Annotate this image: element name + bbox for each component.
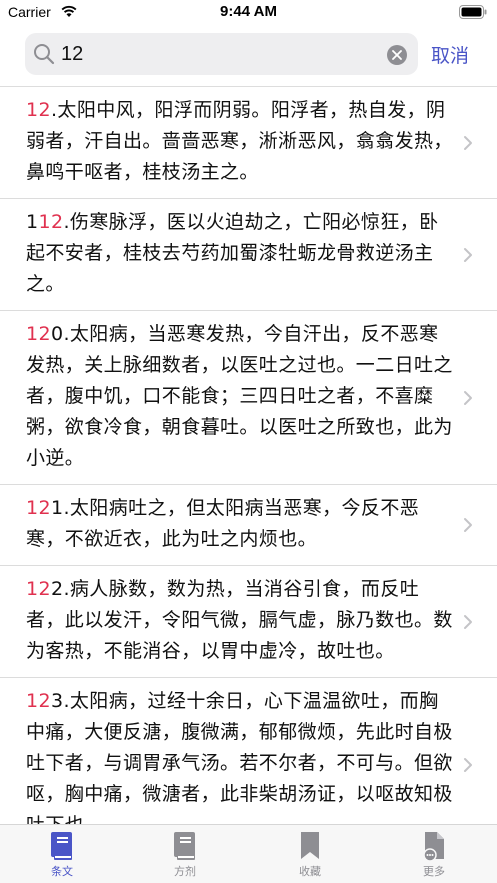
- search-box[interactable]: [25, 33, 418, 75]
- chevron-right-icon: [464, 614, 472, 629]
- list-item-text: 112.伤寒脉浮，医以火迫劫之，亡阳必惊狂，卧起不安者，桂枝去芍药加蜀漆牡蛎龙骨…: [26, 211, 439, 295]
- list-item[interactable]: 112.伤寒脉浮，医以火迫劫之，亡阳必惊狂，卧起不安者，桂枝去芍药加蜀漆牡蛎龙骨…: [0, 199, 497, 311]
- document-more-icon: [423, 832, 444, 861]
- status-bar: Carrier 9:44 AM: [0, 0, 497, 26]
- book-icon: [51, 832, 72, 860]
- search-match: 12: [26, 99, 51, 121]
- list-item[interactable]: 123.太阳病，过经十余日，心下温温欲吐，而胸中痛，大便反溏，腹微满，郁郁微烦，…: [0, 678, 497, 824]
- search-input[interactable]: [61, 38, 381, 70]
- tab-label: 条文: [51, 865, 73, 878]
- list-item-text: 12.太阳中风，阳浮而阴弱。阳浮者，热自发，阴弱者，汗自出。啬啬恶寒，淅淅恶风，…: [26, 99, 453, 183]
- tab-fangji[interactable]: 方剂: [155, 831, 215, 879]
- search-match: 12: [26, 497, 51, 519]
- search-match: 12: [26, 578, 51, 600]
- tab-tiaowen[interactable]: 条文: [32, 831, 92, 879]
- search-row: 取消: [0, 33, 497, 79]
- tab-bar: 条文 方剂 收藏 更多: [0, 824, 497, 883]
- chevron-right-icon: [464, 135, 472, 150]
- list-item[interactable]: 12.太阳中风，阳浮而阴弱。阳浮者，热自发，阴弱者，汗自出。啬啬恶寒，淅淅恶风，…: [0, 87, 497, 199]
- list-item-text: 123.太阳病，过经十余日，心下温温欲吐，而胸中痛，大便反溏，腹微满，郁郁微烦，…: [26, 690, 453, 824]
- book-outline-icon: [174, 832, 195, 860]
- search-match: 12: [38, 211, 64, 233]
- search-icon: [34, 44, 55, 65]
- search-match: 12: [26, 323, 51, 345]
- battery-icon: [459, 5, 487, 19]
- status-time: 9:44 AM: [220, 3, 277, 20]
- chevron-right-icon: [464, 247, 472, 262]
- list-item-text: 121.太阳病吐之，但太阳病当恶寒，今反不恶寒，不欲近衣，此为吐之内烦也。: [26, 497, 420, 550]
- tab-label: 更多: [423, 865, 445, 878]
- tab-shoucang[interactable]: 收藏: [280, 831, 340, 879]
- search-match: 12: [26, 690, 51, 712]
- cancel-button[interactable]: 取消: [431, 41, 469, 68]
- tab-label: 方剂: [174, 865, 196, 878]
- chevron-right-icon: [464, 757, 472, 772]
- list-item[interactable]: 121.太阳病吐之，但太阳病当恶寒，今反不恶寒，不欲近衣，此为吐之内烦也。: [0, 485, 497, 566]
- chevron-right-icon: [464, 518, 472, 532]
- list-item-text: 120.太阳病，当恶寒发热，今自汗出，反不恶寒发热，关上脉细数者，以医吐之过也。…: [26, 323, 453, 469]
- list-item[interactable]: 122.病人脉数，数为热，当消谷引食，而反吐者，此以发汗，令阳气微，膈气虚，脉乃…: [0, 566, 497, 678]
- results-list[interactable]: 12.太阳中风，阳浮而阴弱。阳浮者，热自发，阴弱者，汗自出。啬啬恶寒，淅淅恶风，…: [0, 86, 497, 824]
- list-item[interactable]: 120.太阳病，当恶寒发热，今自汗出，反不恶寒发热，关上脉细数者，以医吐之过也。…: [0, 311, 497, 485]
- tab-gengduo[interactable]: 更多: [404, 831, 464, 879]
- tab-label: 收藏: [299, 865, 321, 878]
- chevron-right-icon: [464, 390, 472, 405]
- bookmark-icon: [301, 832, 319, 859]
- clear-search-icon[interactable]: [387, 45, 407, 65]
- list-item-text: 122.病人脉数，数为热，当消谷引食，而反吐者，此以发汗，令阳气微，膈气虚，脉乃…: [26, 578, 453, 662]
